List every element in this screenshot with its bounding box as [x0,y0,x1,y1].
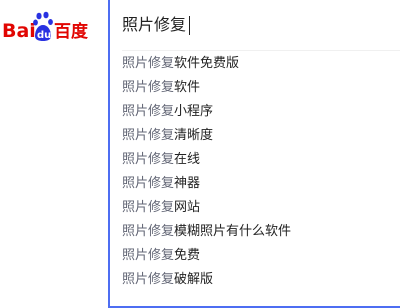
suggestion-query-part: 照片修复 [122,80,175,95]
logo-text-bai: Bai [2,20,36,42]
suggestion-item[interactable]: 照片修复软件 [110,76,400,100]
logo-text-du: du [37,30,51,41]
search-input[interactable] [110,0,400,50]
suggestion-item[interactable]: 照片修复小程序 [110,100,400,124]
suggestion-query-part: 照片修复 [122,200,175,215]
suggestion-item[interactable]: 照片修复神器 [110,172,400,196]
suggestion-query-part: 照片修复 [122,56,175,71]
suggestion-item[interactable]: 照片修复在线 [110,148,400,172]
suggestion-completion: 模糊照片有什么软件 [174,224,292,239]
suggestion-item[interactable]: 照片修复清晰度 [110,124,400,148]
suggestion-completion: 免费 [174,248,201,263]
suggestion-item[interactable]: 照片修复网站 [110,196,400,220]
baidu-logo-graphic: Bai du 百度 [2,11,89,42]
suggestion-item[interactable]: 照片修复软件免费版 [110,52,400,76]
suggestion-query-part: 照片修复 [122,176,175,191]
suggestion-query-part: 照片修复 [122,272,175,287]
suggestion-query-part: 照片修复 [122,152,175,167]
suggestion-completion: 软件免费版 [174,56,240,71]
suggestion-completion: 破解版 [174,272,214,287]
suggestion-completion: 清晰度 [174,128,214,143]
suggestion-completion: 网站 [174,200,201,215]
suggestion-completion: 神器 [174,176,201,191]
suggestion-completion: 软件 [174,80,201,95]
suggestion-item[interactable]: 照片修复模糊照片有什么软件 [110,220,400,244]
logo-text-cn: 百度 [54,21,89,42]
suggest-divider [122,50,400,51]
search-box: 照片修复软件免费版 照片修复软件 照片修复小程序 照片修复清晰度 照片修复在线 … [108,0,400,308]
suggestion-completion: 小程序 [174,104,214,119]
suggestion-list: 照片修复软件免费版 照片修复软件 照片修复小程序 照片修复清晰度 照片修复在线 … [110,52,400,292]
suggestion-query-part: 照片修复 [122,248,175,263]
suggestion-item[interactable]: 照片修复免费 [110,244,400,268]
suggestion-query-part: 照片修复 [122,128,175,143]
suggestion-query-part: 照片修复 [122,224,175,239]
suggestion-completion: 在线 [174,152,201,167]
baidu-logo[interactable]: Bai du 百度 [2,10,98,46]
suggestion-query-part: 照片修复 [122,104,175,119]
baidu-search-page: Bai du 百度 照片修复软件免费版 照片修复软件 照片修复小程序 照片修复清… [0,0,400,308]
text-caret [189,16,190,35]
suggestion-item[interactable]: 照片修复破解版 [110,268,400,292]
